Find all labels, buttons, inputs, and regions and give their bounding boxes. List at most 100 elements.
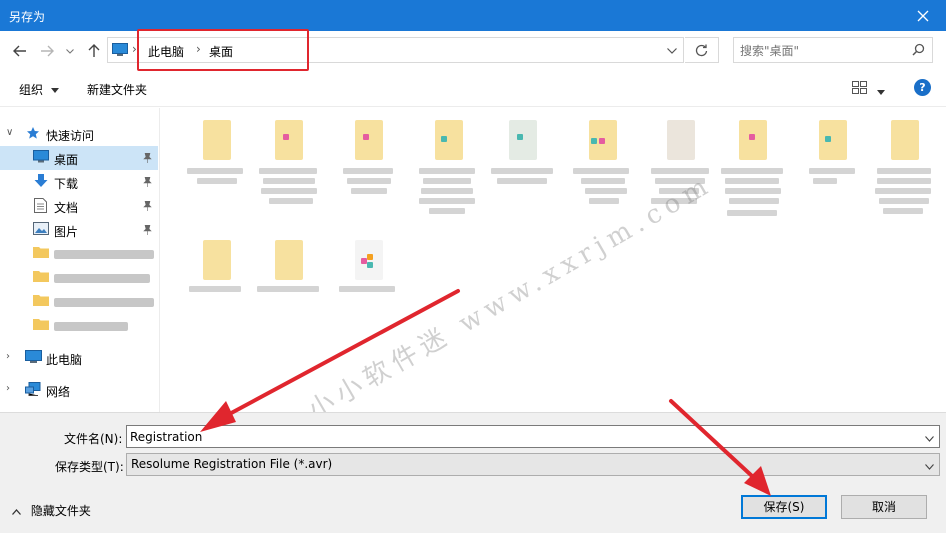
file-item[interactable] <box>491 112 553 222</box>
pin-icon <box>143 152 152 166</box>
blurred-file-icon <box>435 120 463 160</box>
blurred-filename <box>347 178 391 184</box>
blurred-filename <box>725 188 781 194</box>
blurred-filename <box>189 286 241 292</box>
pin-icon <box>143 176 152 190</box>
file-item[interactable] <box>257 232 319 342</box>
organize-button[interactable]: 组织 <box>19 81 59 98</box>
hide-folders-toggle[interactable]: 隐藏文件夹 <box>12 502 91 519</box>
close-button[interactable] <box>900 0 946 31</box>
file-item[interactable] <box>417 112 479 222</box>
blurred-label <box>54 274 150 283</box>
view-options-button[interactable] <box>852 81 868 98</box>
blurred-filename <box>877 178 931 184</box>
blurred-filename <box>809 168 855 174</box>
nav-item-blurred-folder[interactable] <box>0 242 158 266</box>
nav-item-downloads[interactable]: 下载 <box>0 170 158 194</box>
refresh-button[interactable] <box>685 37 719 63</box>
title-bar: 另存为 <box>0 0 946 31</box>
nav-item-label: 图片 <box>54 225 79 239</box>
blurred-file-icon <box>509 120 537 160</box>
file-item[interactable] <box>185 232 247 342</box>
blurred-file-icon <box>891 120 919 160</box>
blurred-filename <box>343 168 393 174</box>
file-type-dropdown-button[interactable] <box>925 459 934 473</box>
back-button[interactable] <box>10 41 30 61</box>
nav-item-pictures[interactable]: 图片 <box>0 218 158 242</box>
document-icon <box>34 198 47 216</box>
nav-item-label: 桌面 <box>54 153 79 167</box>
recent-locations-button[interactable] <box>63 41 77 61</box>
filename-input[interactable] <box>130 428 910 445</box>
help-button[interactable]: ? <box>914 79 931 96</box>
nav-item-desktop[interactable]: 桌面 <box>0 146 158 170</box>
nav-quick-access[interactable]: ∨ 快速访问 <box>0 122 158 146</box>
blurred-filename <box>339 286 395 292</box>
blurred-file-icon <box>749 134 755 140</box>
blurred-filename <box>879 198 929 204</box>
nav-network-label: 网络 <box>46 385 71 399</box>
annotation-highlight-box <box>137 29 309 71</box>
nav-item-blurred-folder[interactable] <box>0 266 158 290</box>
expand-icon[interactable]: › <box>6 383 10 394</box>
file-type-select[interactable]: Resolume Registration File (*.avr) <box>126 453 940 476</box>
nav-this-pc[interactable]: › 此电脑 <box>0 346 158 370</box>
blurred-file-icon <box>599 138 605 144</box>
search-input[interactable] <box>740 42 900 59</box>
blurred-filename <box>729 198 779 204</box>
file-item[interactable] <box>185 112 247 222</box>
nav-item-blurred-folder[interactable] <box>0 314 158 338</box>
forward-button[interactable] <box>37 41 57 61</box>
file-item[interactable] <box>801 112 863 222</box>
nav-item-label: 下载 <box>54 177 79 191</box>
nav-quick-access-label: 快速访问 <box>46 129 95 143</box>
file-item[interactable] <box>571 112 633 222</box>
blurred-file-icon <box>667 120 695 160</box>
arrow-up-icon <box>88 44 100 57</box>
hide-folders-label: 隐藏文件夹 <box>30 504 91 518</box>
new-folder-button[interactable]: 新建文件夹 <box>87 81 147 98</box>
blurred-filename <box>883 208 923 214</box>
view-dropdown-button[interactable] <box>877 84 885 98</box>
cancel-button[interactable]: 取消 <box>841 495 927 519</box>
blurred-filename <box>423 178 471 184</box>
search-icon[interactable] <box>912 43 925 59</box>
blurred-filename <box>589 198 619 204</box>
blurred-filename <box>421 188 473 194</box>
view-grid-icon <box>852 81 867 94</box>
folder-icon <box>33 270 49 285</box>
search-box[interactable] <box>733 37 933 63</box>
filename-combo[interactable] <box>126 425 940 448</box>
blurred-filename <box>257 286 319 292</box>
blurred-filename <box>419 198 475 204</box>
file-item[interactable] <box>873 112 935 222</box>
up-button[interactable] <box>84 41 104 61</box>
blurred-file-icon <box>367 254 373 260</box>
nav-item-label: 文档 <box>54 201 79 215</box>
blurred-file-icon <box>283 134 289 140</box>
caret-down-icon <box>50 88 59 93</box>
refresh-icon <box>695 44 708 56</box>
save-button[interactable]: 保存(S) <box>741 495 827 519</box>
blurred-file-icon <box>275 240 303 280</box>
nav-network[interactable]: › 网络 <box>0 378 158 402</box>
filename-dropdown-button[interactable] <box>925 431 934 445</box>
nav-item-documents[interactable]: 文档 <box>0 194 158 218</box>
blurred-label <box>54 250 154 259</box>
window-title: 另存为 <box>9 10 46 24</box>
collapse-icon[interactable]: ∨ <box>6 127 13 138</box>
address-dropdown-button[interactable] <box>667 43 677 57</box>
file-item[interactable] <box>721 112 783 222</box>
download-icon <box>34 174 48 192</box>
blurred-file-icon <box>441 136 447 142</box>
chevron-down-icon <box>667 48 677 54</box>
folder-icon <box>33 246 49 261</box>
blurred-label <box>54 298 154 307</box>
file-item[interactable] <box>257 112 319 222</box>
file-item[interactable] <box>337 232 399 342</box>
nav-item-blurred-folder[interactable] <box>0 290 158 314</box>
star-icon <box>26 126 40 143</box>
blurred-file-icon <box>363 134 369 140</box>
expand-icon[interactable]: › <box>6 351 10 362</box>
file-item[interactable] <box>337 112 399 222</box>
